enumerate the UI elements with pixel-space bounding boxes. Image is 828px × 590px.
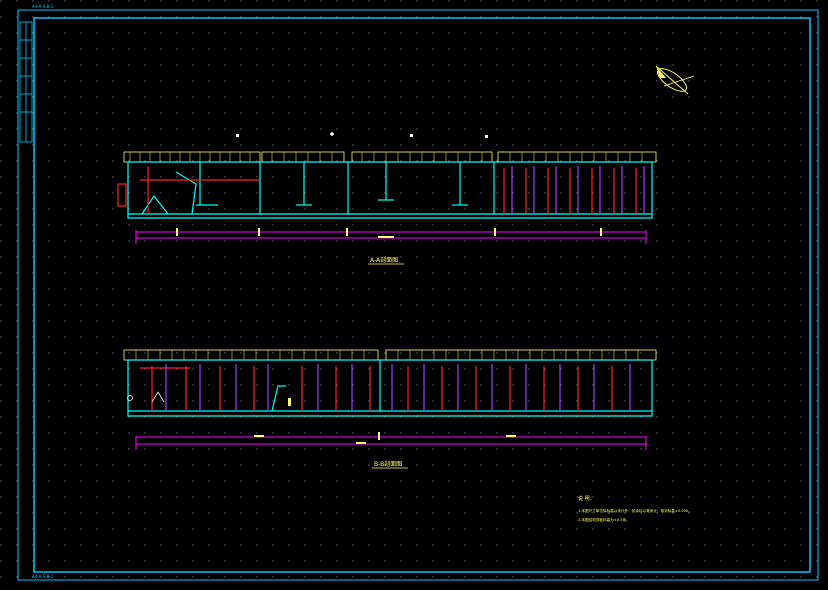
notes-heading: 说 明：	[578, 495, 595, 502]
corner-label-top: A4-A-S-B-1	[32, 4, 54, 9]
notes-line-1: 1.本图尺寸单位除标高以米计外，其余均以毫米计，相对标高±0.000。	[578, 508, 692, 513]
section-b-title: B-B剖面图	[374, 460, 402, 468]
notes-line-2: 2.本图结构顶板标高为±0.5米。	[578, 517, 630, 522]
corner-label-bottom: A4-A-S-B-1	[32, 574, 54, 579]
grid-background	[0, 0, 828, 590]
cad-drawing-canvas: A4-A-S-B-1 A4-A-S-B-1 A-A剖面图 B-B剖面图 说 明：…	[0, 0, 828, 590]
section-a-title: A-A剖面图	[370, 256, 398, 264]
